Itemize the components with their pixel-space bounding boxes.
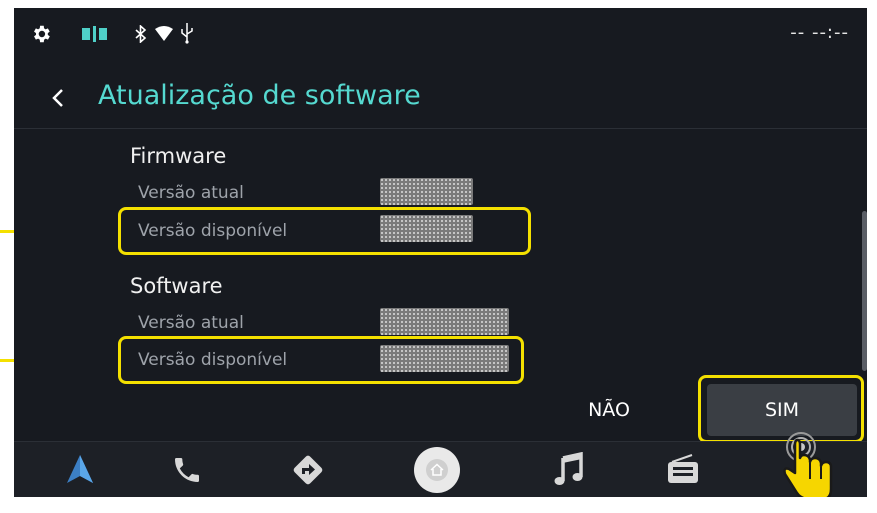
tap-gesture-icon [783, 432, 833, 497]
home-icon [426, 459, 448, 481]
software-current-version-value [380, 308, 509, 335]
section-title-firmware: Firmware [130, 144, 227, 168]
no-button[interactable]: NÃO [554, 388, 664, 432]
head-unit-screen: -- --:-- Atualização de software Firmwar… [14, 8, 867, 497]
dock-item-phone[interactable] [157, 442, 217, 497]
back-button[interactable] [42, 78, 72, 118]
bluetooth-icon [135, 25, 147, 43]
wifi-icon [155, 26, 173, 41]
navigation-icon [67, 455, 93, 483]
music-icon [554, 452, 583, 485]
dock-item-music[interactable] [540, 442, 600, 497]
software-available-version-value [380, 345, 509, 372]
home-button[interactable] [414, 447, 460, 493]
clock: -- --:-- [790, 22, 849, 43]
dock-item-radio[interactable] [654, 442, 714, 497]
split-screen-icon [82, 26, 107, 42]
software-current-version-label: Versão atual [138, 313, 244, 333]
directions-icon [293, 455, 323, 485]
firmware-available-version-label: Versão disponível [138, 221, 288, 241]
bottom-dock [14, 432, 867, 497]
firmware-current-version-label: Versão atual [138, 183, 244, 203]
software-available-version-label: Versão disponível [138, 350, 288, 370]
chevron-left-icon [52, 89, 63, 107]
firmware-available-version-value [380, 215, 473, 242]
status-bar: -- --:-- [14, 8, 867, 58]
radio-icon [668, 454, 698, 483]
scrollbar-thumb[interactable] [862, 211, 867, 371]
header-divider [14, 128, 867, 129]
usb-icon [181, 23, 193, 44]
dock-item-navigation[interactable] [50, 442, 110, 497]
gear-icon[interactable] [30, 23, 52, 45]
page-title: Atualização de software [98, 80, 421, 111]
phone-icon [175, 458, 199, 482]
section-title-software: Software [130, 274, 223, 298]
firmware-current-version-value [380, 178, 473, 205]
dock-item-directions[interactable] [278, 442, 338, 497]
